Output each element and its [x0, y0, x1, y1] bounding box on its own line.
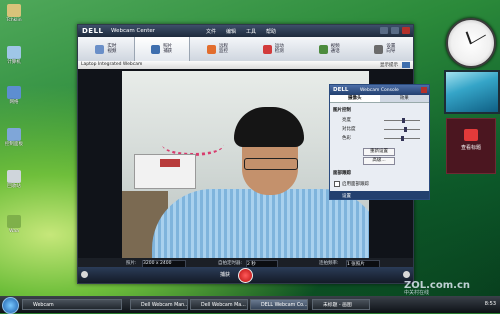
slider-thumb[interactable] [402, 118, 405, 123]
video-icon [95, 44, 105, 54]
menu-bar: 文件 编辑 工具 帮助 [206, 28, 276, 35]
menu-edit[interactable]: 编辑 [226, 28, 236, 35]
maximize-button[interactable] [391, 27, 399, 34]
desktop-icon-label: Tchklin [6, 18, 22, 23]
slider-thumb[interactable] [401, 136, 404, 141]
desktop-icon[interactable]: Tchklin [3, 4, 25, 23]
picture-control-header[interactable]: 图片控制 [333, 107, 351, 113]
console-title-bar[interactable]: DELL Webcam Console [330, 85, 429, 95]
control-label: 亮度 [342, 118, 351, 123]
feed-icon [464, 129, 478, 141]
taskbar-button[interactable]: Dell Webcam Ma... [190, 299, 248, 310]
desktop-icon-label: 回收站 [7, 184, 21, 189]
toolbar-monitor-button[interactable]: 远程 监控 [190, 37, 246, 61]
title-bar[interactable]: DELL Webcam Center 文件 编辑 工具 帮助 [78, 25, 413, 37]
motion-icon [262, 44, 272, 54]
desktop-icon-label: 计算机 [7, 60, 21, 65]
control-slider[interactable] [384, 118, 420, 123]
toolbar-label: 运动 检测 [274, 44, 284, 54]
toolbar-label: 设置 向导 [386, 44, 396, 54]
desktop-icon[interactable]: 网络 [3, 86, 25, 105]
camera-name: Laptop Integrated Webcam [81, 62, 143, 67]
face-tracking-header[interactable]: 面部跟踪 [333, 170, 351, 176]
burst-label: 连拍频率: [319, 261, 339, 266]
toolbar-gear-button[interactable]: 设置 向导 [357, 37, 413, 61]
slideshow-gadget[interactable] [444, 70, 500, 114]
taskbar-button[interactable]: DELL Webcam Co... [250, 299, 308, 310]
desktop-icon[interactable]: 回收站 [3, 170, 25, 189]
close-button[interactable] [402, 27, 410, 34]
face-tracking-label: 启用面部跟踪 [342, 182, 369, 187]
capture-settings-bar: 照片: 3200 x 2400 自拍定时器: 2 秒 连拍频率: 1 张照片 [78, 258, 413, 268]
tab-camera[interactable]: 摄像头 [330, 95, 380, 103]
watermark: ZOL.com.cn 中关村在线 [404, 280, 470, 296]
toolbar-call-button[interactable]: 视频 通话 [301, 37, 357, 61]
desktop-icon-label: 控制面板 [5, 142, 23, 147]
gear-icon [374, 44, 384, 54]
camera-icon [151, 44, 161, 54]
slider-thumb[interactable] [404, 127, 407, 132]
photo-size-label: 照片: [126, 261, 137, 266]
desktop-icon-image [7, 4, 21, 17]
desktop-icon[interactable]: 计算机 [3, 46, 25, 65]
main-toolbar: 实时 视频 照片 捕获 远程 监控 运动 检测 视频 通话 设置 向导 [78, 37, 413, 61]
webcam-console-window: DELL Webcam Console 摄像头 效果 图片控制 亮度 对比度 色彩 … [329, 84, 430, 200]
toolbar-label: 实时 视频 [107, 44, 117, 54]
camera-bar: Laptop Integrated Webcam 显示提示 [78, 61, 413, 69]
monitor-icon [206, 44, 216, 54]
bottom-bar: 捕获 [78, 267, 413, 283]
taskbar-button[interactable]: 未标题 - 画图 [312, 299, 370, 310]
feed-label: 查看标题 [460, 145, 481, 151]
capture-button[interactable] [238, 268, 253, 283]
menu-help[interactable]: 帮助 [266, 28, 276, 35]
show-tips-label[interactable]: 显示提示 [380, 62, 398, 68]
taskbar-button[interactable]: Dell Webcam Man... [130, 299, 188, 310]
desktop-icon-image [7, 128, 21, 141]
desktop-icon-image [7, 170, 21, 183]
toolbar-video-button[interactable]: 实时 视频 [78, 37, 134, 61]
menu-tools[interactable]: 工具 [246, 28, 256, 35]
reset-button[interactable]: 重新设置 [363, 148, 395, 156]
console-footer[interactable]: 设置 [330, 191, 429, 199]
call-icon [318, 44, 328, 54]
window-title: Webcam Center [111, 28, 156, 34]
tab-effects[interactable]: 效果 [379, 95, 429, 103]
minimize-button[interactable] [380, 27, 388, 34]
face-tracking-checkbox[interactable] [334, 181, 340, 187]
help-icon[interactable] [81, 271, 88, 278]
control-label: 色彩 [342, 136, 351, 141]
control-slider[interactable] [384, 127, 420, 132]
tips-toggle[interactable] [402, 62, 410, 68]
toolbar-motion-button[interactable]: 运动 检测 [245, 37, 301, 61]
console-close-button[interactable] [421, 87, 427, 93]
toolbar-label: 照片 捕获 [163, 44, 173, 54]
toolbar-camera-button[interactable]: 照片 捕获 [133, 37, 190, 61]
desktop-icon-label: Waa [9, 229, 19, 234]
clock-gadget[interactable] [446, 18, 496, 68]
tray-clock[interactable]: 8:53 [485, 301, 496, 307]
desktop-icon[interactable]: 控制面板 [3, 128, 25, 147]
desktop-icon-image [7, 46, 21, 59]
desktop-icon-label: 网络 [9, 100, 19, 105]
desktop-icon[interactable]: Waa [3, 215, 25, 234]
desktop-icon-image [7, 215, 21, 228]
control-slider[interactable] [384, 136, 420, 141]
start-button[interactable] [2, 297, 19, 314]
menu-file[interactable]: 文件 [206, 28, 216, 35]
settings-label: 设置 [342, 194, 351, 199]
toolbar-label: 远程 监控 [218, 44, 228, 54]
timer-label: 自拍定时器: [218, 261, 243, 266]
console-dell-logo: DELL [333, 87, 349, 93]
desktop-icon-image [7, 86, 21, 99]
power-icon[interactable] [403, 271, 410, 278]
capture-label: 捕获 [220, 272, 231, 278]
feed-headlines-gadget[interactable]: 查看标题 [446, 118, 496, 174]
toolbar-label: 视频 通话 [330, 44, 340, 54]
console-title: Webcam Console [360, 88, 399, 93]
taskbar-button[interactable]: Webcam [22, 299, 122, 310]
control-label: 对比度 [342, 127, 356, 132]
dell-logo: DELL [82, 27, 104, 35]
taskbar: Webcam Dell Webcam Man... Dell Webcam Ma..… [0, 296, 500, 314]
advanced-button[interactable]: 高级... [363, 157, 395, 165]
